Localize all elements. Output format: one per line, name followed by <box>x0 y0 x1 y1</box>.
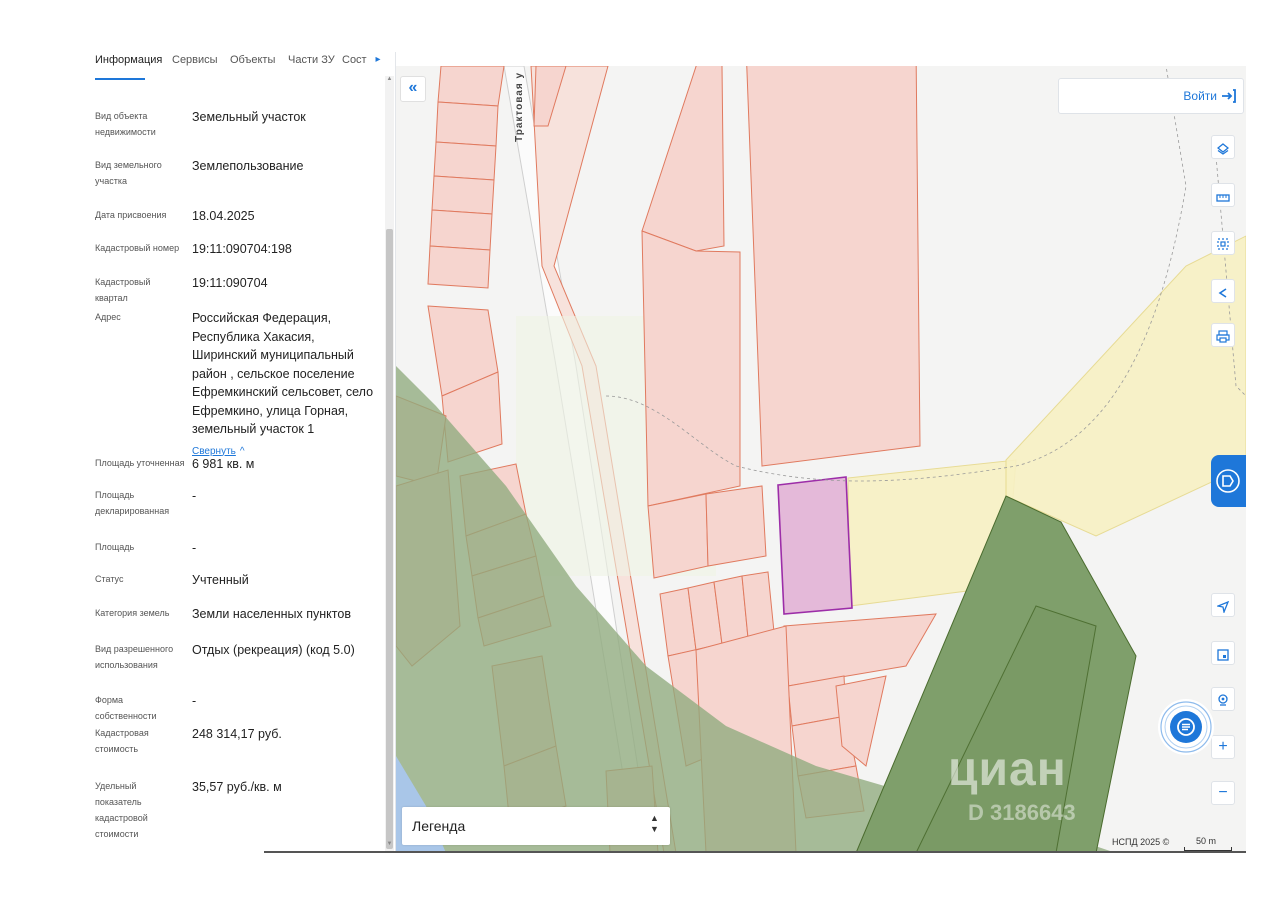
zoom-in-icon: + <box>1218 738 1228 755</box>
watermark-id: D 3186643 <box>968 800 1076 825</box>
window-bottom-border <box>264 851 1246 853</box>
row-value: Российская Федерация, Республика Хакасия… <box>192 309 382 461</box>
row-value: Землепользование <box>192 159 304 173</box>
row-label: Форма собственности <box>95 695 157 721</box>
legend-dropdown[interactable]: Легенда ▲ ▼ <box>402 807 670 845</box>
login-button[interactable]: Войти <box>1058 78 1244 114</box>
legend-label: Легенда <box>412 818 466 834</box>
share-button[interactable] <box>1211 279 1235 303</box>
zoom-out-icon: − <box>1218 784 1228 801</box>
row-label: Категория земель <box>95 608 170 618</box>
info-panel: Информация Сервисы Объекты Части ЗУ Сост… <box>86 52 396 853</box>
active-tab-indicator <box>95 78 145 80</box>
ruler-icon <box>1216 187 1230 202</box>
row-value[interactable]: 19:11:090704 <box>192 274 382 293</box>
row-value: Учтенный <box>192 573 249 587</box>
selected-parcel <box>777 476 853 615</box>
row-label: Кадастровая стоимость <box>95 728 149 754</box>
tab-parts[interactable]: Части ЗУ <box>288 54 335 66</box>
zoom-out-button[interactable]: − <box>1211 781 1235 805</box>
row-value[interactable]: 19:11:090704:198 <box>192 240 382 259</box>
minimap-button[interactable] <box>1211 641 1235 665</box>
row-label: Площадь декларированная <box>95 490 170 516</box>
row-label: Дата присвоения <box>95 210 167 220</box>
scrollbar-thumb[interactable] <box>386 229 393 849</box>
address-text: Российская Федерация, Республика Хакасия… <box>192 311 374 436</box>
area-select-button[interactable] <box>1211 231 1235 255</box>
row-label: Вид земельного участка <box>95 160 162 186</box>
row-value: 35,57 руб./кв. м <box>192 780 282 794</box>
ruler-button[interactable] <box>1211 183 1235 207</box>
tab-composition[interactable]: Сост <box>342 54 367 66</box>
map-scale-label: 50 m <box>1196 836 1217 846</box>
scroll-down-arrow-icon[interactable]: ▼ <box>385 841 394 851</box>
layers-icon <box>1216 139 1230 155</box>
row-value: Отдых (рекреация) (код 5.0) <box>192 643 355 657</box>
share-icon <box>1217 283 1229 298</box>
row-label: Кадастровый номер <box>95 243 180 253</box>
row-value: Земельный участок <box>192 110 306 124</box>
scroll-up-arrow-icon[interactable]: ▲ <box>385 76 394 86</box>
tabs-scroll-right-icon[interactable]: ▸ <box>372 54 384 70</box>
row-label: Площадь уточненная <box>95 458 185 468</box>
layers-button[interactable] <box>1211 135 1235 159</box>
map-view[interactable]: Трактовая у « Войти + − циан D 3186643 Л… <box>396 66 1246 853</box>
panel-scrollbar[interactable] <box>385 76 394 853</box>
chat-button[interactable] <box>1158 699 1214 755</box>
row-label: Вид объекта недвижимости <box>95 111 156 137</box>
row-label: Площадь <box>95 542 135 552</box>
locate-button[interactable] <box>1211 593 1235 617</box>
row-label: Кадастровый квартал <box>95 277 151 303</box>
row-value: - <box>192 541 197 555</box>
row-value: 248 314,17 руб. <box>192 727 282 741</box>
location-pin-icon <box>1217 691 1229 706</box>
collapse-panel-button[interactable]: « <box>400 76 426 102</box>
row-value: - <box>192 694 197 708</box>
zoom-in-button[interactable]: + <box>1211 735 1235 759</box>
cian-watermark: циан <box>948 743 1067 796</box>
map-copyright: НСПД 2025 © <box>1112 837 1170 847</box>
login-label: Войти <box>1183 89 1217 103</box>
side-drawer-tab[interactable] <box>1211 455 1246 507</box>
print-button[interactable] <box>1211 323 1235 347</box>
locate-icon <box>1215 597 1230 615</box>
tab-objects[interactable]: Объекты <box>230 54 275 66</box>
row-label: Статус <box>95 574 124 584</box>
area-select-icon <box>1216 235 1230 250</box>
row-label: Вид разрешенного использования <box>95 644 174 670</box>
location-pin-button[interactable] <box>1211 687 1235 711</box>
row-value: 18.04.2025 <box>192 209 255 223</box>
chat-icon <box>1170 711 1202 743</box>
map-canvas[interactable] <box>396 66 1246 853</box>
row-value: 6 981 кв. м <box>192 457 255 471</box>
expand-arrows-icon: ▲ ▼ <box>650 813 659 834</box>
print-icon <box>1216 327 1230 343</box>
minimap-icon <box>1217 645 1229 661</box>
row-label: Удельный показатель кадастровой стоимост… <box>95 781 148 839</box>
row-value: Земли населенных пунктов <box>192 607 351 621</box>
row-label: Адрес <box>95 312 121 322</box>
tab-info[interactable]: Информация <box>95 54 162 66</box>
row-value: - <box>192 489 197 503</box>
panel-tabs: Информация Сервисы Объекты Части ЗУ Сост… <box>86 52 386 82</box>
tab-services[interactable]: Сервисы <box>172 54 218 66</box>
login-icon <box>1221 87 1237 105</box>
road-label: Трактовая у <box>514 71 525 142</box>
app-window: Информация Сервисы Объекты Части ЗУ Сост… <box>86 52 1246 853</box>
